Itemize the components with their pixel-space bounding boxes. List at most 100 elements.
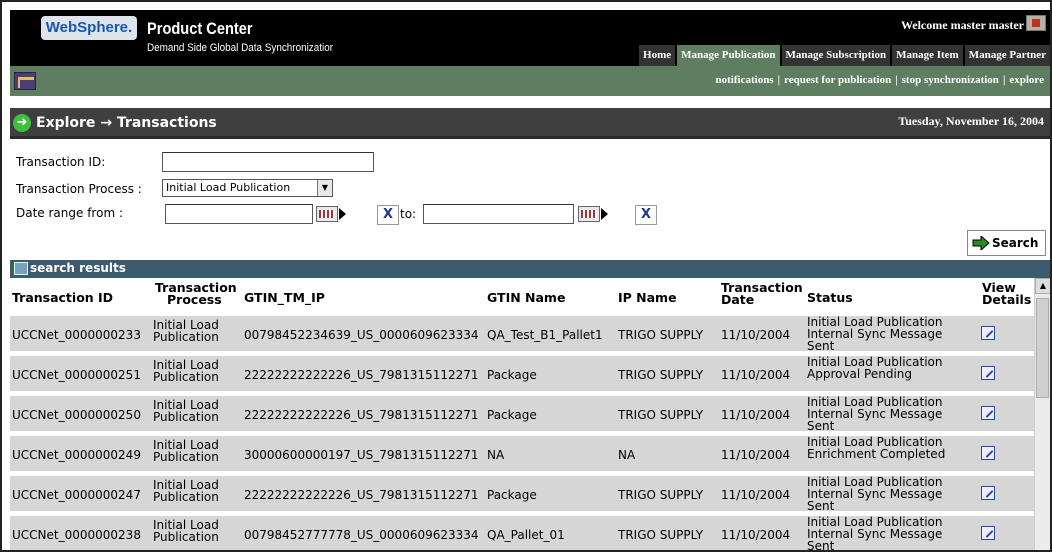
cell-gtin-name: Package: [487, 408, 537, 422]
calendar-icon[interactable]: [316, 206, 338, 222]
cell-transaction-date: 11/10/2004: [721, 368, 791, 382]
cell-transaction-date: 11/10/2004: [721, 528, 791, 542]
table-row[interactable]: UCCNet_0000000251 Initial Load Publicatio…: [10, 355, 1034, 391]
cell-transaction-id: UCCNet_0000000247: [12, 488, 141, 502]
scroll-thumb[interactable]: [1036, 298, 1049, 398]
cell-status: Initial Load Publication Internal Sync Me…: [807, 395, 943, 433]
cell-transaction-process: Initial Load Publication: [153, 478, 219, 504]
cell-gtin-tm-ip: 30000600000197_US_7981315112271: [244, 448, 479, 462]
cell-transaction-date: 11/10/2004: [721, 448, 791, 462]
cell-ip-name: TRIGO SUPPLY: [618, 528, 704, 542]
col-gtin-name[interactable]: GTIN Name: [487, 291, 565, 304]
chevron-down-icon[interactable]: ▼: [317, 180, 332, 196]
scroll-up-icon[interactable]: ▲: [1035, 278, 1050, 294]
cell-ip-name: TRIGO SUPPLY: [618, 368, 704, 382]
clear-date-to-button[interactable]: X: [635, 205, 657, 225]
edit-details-icon[interactable]: [981, 446, 995, 460]
nav-manage-publication[interactable]: Manage Publication: [675, 45, 780, 66]
date-range-from-label: Date range from :: [16, 206, 123, 220]
cell-transaction-id: UCCNet_0000000249: [12, 448, 141, 462]
calendar-icon-to[interactable]: [578, 206, 600, 222]
cell-transaction-id: UCCNet_0000000233: [12, 328, 141, 342]
calendar-arrow-icon-to[interactable]: [601, 208, 608, 220]
cell-transaction-date: 11/10/2004: [721, 328, 791, 342]
search-button-label: Search: [992, 236, 1039, 250]
cell-gtin-name: QA_Pallet_01: [487, 528, 565, 542]
main-nav: Home Manage Publication Manage Subscript…: [637, 45, 1050, 66]
arrow-circle-icon: ➜: [13, 114, 31, 132]
search-button[interactable]: Search: [967, 230, 1046, 256]
cell-gtin-tm-ip: 22222222222226_US_7981315112271: [244, 368, 479, 382]
sublink-explore[interactable]: explore: [1009, 74, 1044, 86]
user-icon[interactable]: [1026, 15, 1046, 31]
current-date: Tuesday, November 16, 2004: [898, 114, 1044, 128]
cell-status: Initial Load Publication Enrichment Compl…: [807, 435, 946, 461]
col-transaction-id[interactable]: Transaction ID: [12, 291, 113, 304]
cell-transaction-id: UCCNet_0000000251: [12, 368, 141, 382]
breadcrumb-explore[interactable]: Explore: [36, 115, 95, 131]
product-title: Product Center: [147, 19, 253, 38]
vertical-scrollbar[interactable]: ▲: [1034, 278, 1050, 550]
transaction-id-input[interactable]: [162, 152, 374, 172]
sublink-stop-synchronization[interactable]: stop synchronization: [902, 74, 999, 86]
cell-ip-name: TRIGO SUPPLY: [618, 408, 704, 422]
cell-status: Initial Load Publication Internal Sync Me…: [807, 315, 943, 353]
date-to-input[interactable]: [423, 204, 574, 224]
cell-ip-name: TRIGO SUPPLY: [618, 328, 704, 342]
table-header: Transaction ID Transaction Process GTIN_T…: [10, 278, 1034, 314]
cell-gtin-name: Package: [487, 488, 537, 502]
cell-gtin-tm-ip: 00798452777778_US_0000609623334: [244, 528, 479, 542]
search-results-title: search results: [30, 261, 126, 275]
col-ip-name[interactable]: IP Name: [618, 291, 677, 304]
cell-ip-name: TRIGO SUPPLY: [618, 488, 704, 502]
nav-home[interactable]: Home: [637, 45, 676, 66]
edit-details-icon[interactable]: [981, 326, 995, 340]
nav-manage-item[interactable]: Manage Item: [890, 45, 963, 66]
product-subtitle: Demand Side Global Data Synchronizatior: [147, 42, 334, 54]
clear-date-from-button[interactable]: X: [377, 205, 399, 225]
cell-gtin-name: QA_Test_B1_Pallet1: [487, 328, 603, 342]
table-row[interactable]: UCCNet_0000000233 Initial Load Publicatio…: [10, 315, 1034, 353]
cell-gtin-tm-ip: 22222222222226_US_7981315112271: [244, 488, 479, 502]
date-from-input[interactable]: [165, 204, 313, 224]
sublink-request-for-publication[interactable]: request for publication: [784, 74, 891, 86]
cell-transaction-date: 11/10/2004: [721, 408, 791, 422]
transaction-process-select[interactable]: Initial Load Publication ▼: [162, 179, 333, 197]
to-label: to:: [400, 207, 417, 221]
table-row[interactable]: UCCNet_0000000247 Initial Load Publicatio…: [10, 475, 1034, 513]
table-row[interactable]: UCCNet_0000000249 Initial Load Publicatio…: [10, 435, 1034, 471]
cell-status: Initial Load Publication Internal Sync Me…: [807, 475, 943, 513]
table-row[interactable]: UCCNet_0000000238 Initial Load Publicatio…: [10, 515, 1034, 552]
app-header: WebSphere. Product Center Demand Side Gl…: [10, 10, 1050, 66]
col-transaction-process[interactable]: Transaction Process: [155, 281, 237, 306]
browser-frame: WebSphere. Product Center Demand Side Gl…: [0, 0, 1052, 552]
sub-nav-bar: notifications | request for publication | st…: [10, 66, 1050, 96]
calendar-arrow-icon[interactable]: [339, 208, 346, 220]
sub-nav-links: notifications | request for publication | st…: [715, 74, 1044, 86]
cell-status: Initial Load Publication Internal Sync Me…: [807, 515, 943, 552]
cell-ip-name: NA: [618, 448, 636, 462]
transaction-process-label: Transaction Process :: [16, 182, 142, 196]
arrow-right-icon: [972, 236, 990, 250]
edit-details-icon[interactable]: [981, 486, 995, 500]
cell-gtin-name: Package: [487, 368, 537, 382]
edit-details-icon[interactable]: [981, 406, 995, 420]
results-icon: [14, 262, 28, 275]
breadcrumb-separator: →: [100, 115, 113, 131]
col-gtin-tm-ip[interactable]: GTIN_TM_IP: [244, 291, 325, 304]
sublink-notifications[interactable]: notifications: [716, 74, 774, 86]
cell-transaction-process: Initial Load Publication: [153, 358, 219, 384]
edit-details-icon[interactable]: [981, 366, 995, 380]
col-transaction-date[interactable]: Transaction Date: [721, 281, 803, 306]
nav-manage-subscription[interactable]: Manage Subscription: [779, 45, 891, 66]
edit-details-icon[interactable]: [981, 526, 995, 540]
welcome-text: Welcome master master: [900, 18, 1024, 32]
home-icon[interactable]: [14, 72, 36, 90]
cell-transaction-process: Initial Load Publication: [153, 518, 219, 544]
col-status[interactable]: Status: [807, 291, 853, 304]
col-view-details: View Details: [982, 280, 1032, 307]
nav-manage-partner[interactable]: Manage Partner: [962, 45, 1050, 66]
table-row[interactable]: UCCNet_0000000250 Initial Load Publicatio…: [10, 395, 1034, 433]
search-results-bar: search results: [10, 260, 1050, 278]
page-title-bar: ➜ Explore → Transactions Tuesday, Novemb…: [10, 108, 1050, 139]
